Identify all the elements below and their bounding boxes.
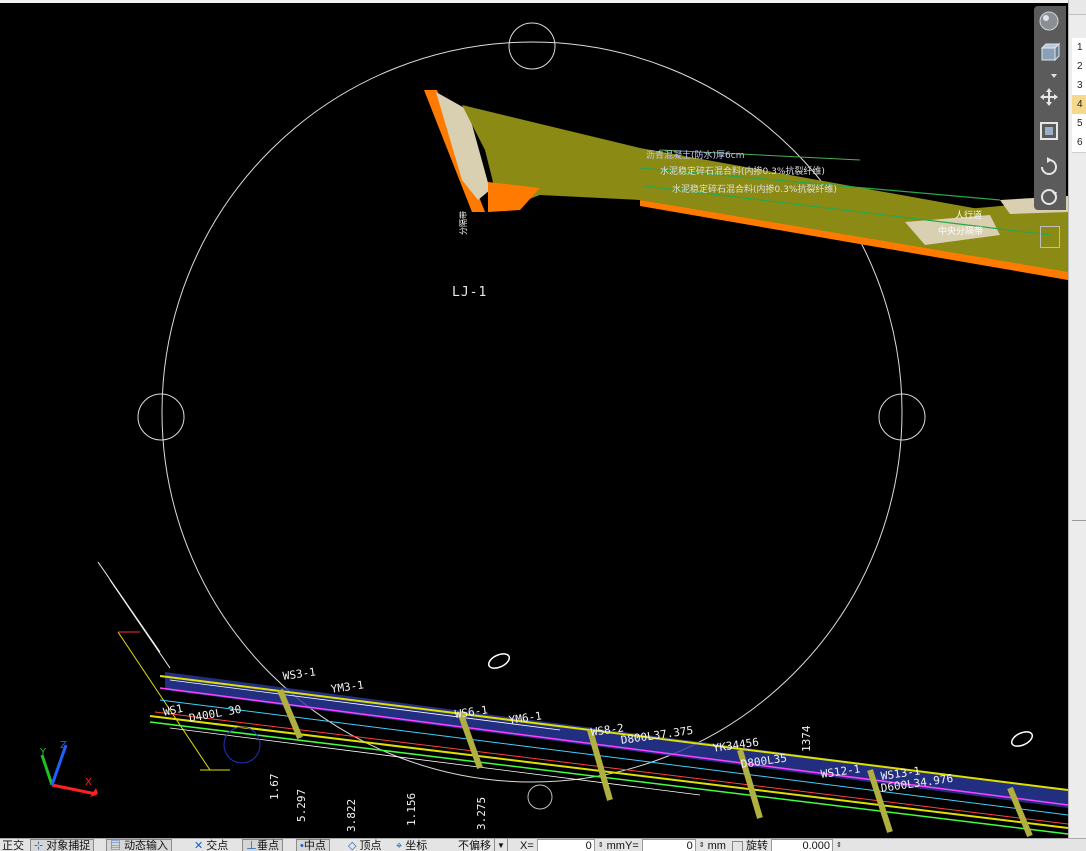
intersection-icon: ✕ [194,839,203,851]
coordinate-icon: ⌖ [396,839,402,851]
x-unit: mm [607,839,625,851]
ucs-icon: Z X Y [39,740,98,797]
layer-row[interactable]: 2 [1072,57,1086,77]
band-note-5: 中央分隔带 [938,225,983,237]
drawing-canvas[interactable]: 沥青混凝土(防水)厚6cm 水泥稳定碎石混合料(内掺0.3%抗裂纤维) 水泥稳定… [0,0,1068,838]
road-section-band: 沥青混凝土(防水)厚6cm 水泥稳定碎石混合料(内掺0.3%抗裂纤维) 水泥稳定… [424,90,1068,280]
zoom-extents-icon[interactable] [1038,120,1062,144]
vertex-icon: ◇ [348,839,356,851]
snap-coordinate[interactable]: ⌖坐标 [396,839,427,851]
pipe-label: 5.297 [295,789,308,822]
view-cube-icon[interactable] [1038,42,1062,66]
layer-row[interactable]: 1 [1072,38,1086,58]
layer-row[interactable]: 6 [1072,133,1086,153]
band-note-3: 水泥稳定碎石混合料(内掺0.3%抗裂纤维) [672,183,837,195]
y-unit: mm [708,839,726,851]
pipe-label: 1.67 [268,774,281,801]
snap-vertex[interactable]: ◇顶点 [348,839,381,851]
dynamic-input-toggle[interactable]: ▤ 动态输入 [106,839,172,851]
pipe-label: 1.156 [405,793,418,826]
pan-icon[interactable] [1038,86,1062,110]
osnap-icon: ⊹ [34,840,43,851]
y-spinner-icon[interactable]: ⇕ [699,839,705,851]
dynamic-input-button-face: ▤ 动态输入 [106,839,172,851]
snap-intersection[interactable]: ✕交点 [194,839,228,851]
offset-mode-select[interactable]: 不偏移▼ [458,839,508,851]
intersection-label: 交点 [206,839,228,851]
osnap-toggle[interactable]: ⊹ 对象捕捉 [30,839,94,851]
band-note-2: 水泥稳定碎石混合料(内掺0.3%抗裂纤维) [660,165,825,177]
band-note-1: 沥青混凝土(防水)厚6cm [646,149,744,161]
x-input[interactable]: 0 [537,839,595,851]
midpoint-button-face: •中点 [296,839,330,851]
svg-text:分隔带: 分隔带 [459,211,468,235]
perpendicular-icon: ⊥ [246,840,257,851]
grip-circle-top [509,23,555,69]
viewport-control-box[interactable] [1040,226,1060,248]
rotate-group: 旋转 0.000 ⇕ [732,839,842,851]
offset-mode-value: 不偏移 [458,839,491,851]
x-coordinate-group: X= 0 ⇕ mm [520,839,625,851]
grip-circle-left [138,394,184,440]
perpendicular-button-face: ⊥垂点 [242,839,283,851]
dynamic-input-icon: ▤ [110,840,121,851]
orbit-icon[interactable] [1038,156,1062,180]
layer-panel: 123456 [1068,0,1086,838]
pipe-label: 3.822 [345,799,358,832]
x-label: X= [520,839,534,851]
layer-row[interactable]: 4 [1072,95,1086,115]
navigation-bar [1034,6,1066,210]
perpendicular-label: 垂点 [257,840,279,851]
pipe-label: 3.275 [475,797,488,830]
rotate-input[interactable]: 0.000 [771,839,833,851]
midpoint-label: 中点 [304,840,326,851]
x-spinner-icon[interactable]: ⇕ [598,839,604,851]
coordinate-label: 坐标 [405,839,427,851]
rotate-checkbox[interactable] [732,841,743,851]
snap-midpoint[interactable]: •中点 [296,839,330,851]
snap-perpendicular[interactable]: ⊥垂点 [242,839,283,851]
y-label: Y= [625,839,639,851]
rotate-label: 旋转 [746,839,768,851]
panel-header [1069,0,1086,15]
label-lj1: LJ-1 [452,285,487,300]
y-coordinate-group: Y= 0 ⇕ mm [625,839,726,851]
pipe-label: 1374 [800,726,813,753]
vertex-label: 顶点 [359,839,381,851]
band-note-4: 人行道 [955,209,982,221]
status-bar: 正交 ⊹ 对象捕捉 ▤ 动态输入 ✕交点 ⊥垂点 •中点 ◇顶点 ⌖坐标 不偏移… [0,838,1086,851]
layer-row[interactable]: 5 [1072,114,1086,134]
ortho-label: 正交 [2,839,24,851]
pipeline-network [98,562,1068,836]
panel-divider [1072,520,1086,521]
osnap-button-face: ⊹ 对象捕捉 [30,839,94,851]
chevron-down-icon: ▼ [494,838,508,851]
showmotion-icon[interactable] [1038,186,1062,210]
dynamic-input-label: 动态输入 [124,840,168,851]
rotate-spinner-icon[interactable]: ⇕ [836,839,842,851]
layer-row[interactable]: 3 [1072,76,1086,96]
y-input[interactable]: 0 [642,839,696,851]
svg-text:Z: Z [60,740,67,751]
svg-text:X: X [85,777,92,788]
ortho-toggle[interactable]: 正交 [2,839,24,851]
svg-text:Y: Y [39,747,47,758]
osnap-label: 对象捕捉 [46,840,90,851]
steering-wheel-icon[interactable] [1038,10,1062,34]
